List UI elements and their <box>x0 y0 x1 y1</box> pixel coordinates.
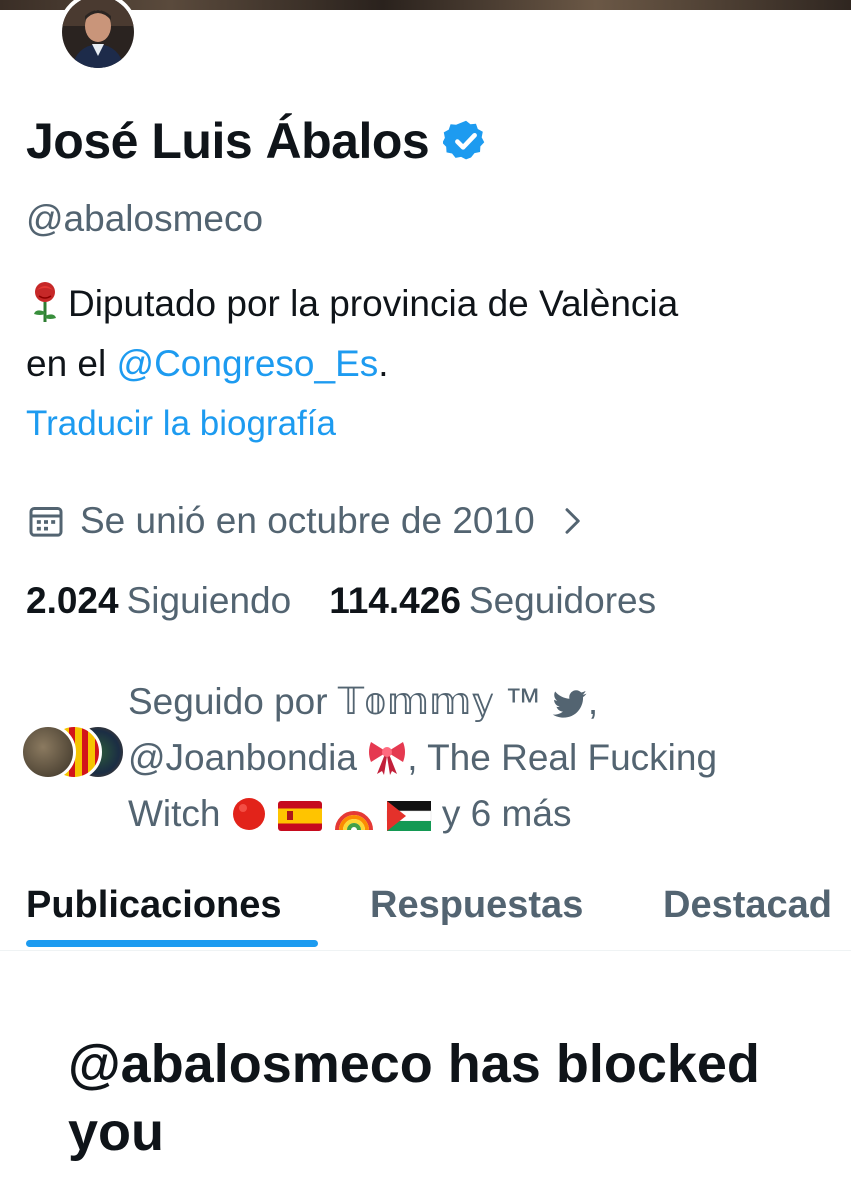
bio-mention-link[interactable]: @Congreso_Es <box>117 343 379 384</box>
profile-bio: Diputado por la provincia de València en… <box>26 274 836 394</box>
followers-stat[interactable]: 114.426 Seguidores <box>329 580 656 622</box>
joined-date-row[interactable]: Se unió en octubre de 2010 <box>26 500 587 542</box>
rainbow-emoji-icon <box>335 811 374 831</box>
profile-tabs: Publicaciones Respuestas Destacad <box>0 870 851 951</box>
calendar-icon <box>29 507 63 537</box>
following-count: 2.024 <box>26 580 119 621</box>
profile-name: José Luis Ábalos <box>26 113 430 169</box>
bio-line1: Diputado por la provincia de València <box>68 283 679 324</box>
followers-count: 114.426 <box>329 580 461 621</box>
profile-name-row: José Luis Ábalos <box>26 112 489 170</box>
followed-by-prefix: Seguido por <box>128 681 338 722</box>
followed-by-suffix: y 6 más <box>431 793 572 834</box>
red-circle-emoji-icon <box>232 798 265 830</box>
followed-by-avatars[interactable] <box>20 724 126 780</box>
bio-line2-suffix: . <box>378 343 389 384</box>
bird-emoji-icon <box>552 690 587 718</box>
following-stat[interactable]: 2.024 Siguiendo <box>26 580 291 622</box>
tab-publicaciones[interactable]: Publicaciones <box>26 884 282 927</box>
tab-respuestas[interactable]: Respuestas <box>370 884 583 927</box>
follower-avatar <box>20 724 76 780</box>
tab-destacados[interactable]: Destacad <box>663 884 832 927</box>
follow-stats: 2.024 Siguiendo 114.426 Seguidores <box>26 580 656 622</box>
profile-avatar[interactable] <box>58 0 138 72</box>
verified-badge-icon[interactable] <box>443 118 489 164</box>
following-label: Siguiendo <box>126 580 292 621</box>
followed-by-text[interactable]: Seguido por 𝕋𝕠𝕞𝕞𝕪 ™ , @Joanbondia , The … <box>128 674 818 842</box>
active-tab-indicator <box>26 940 318 947</box>
translate-bio-link[interactable]: Traducir la biografía <box>26 404 336 444</box>
spain-flag-emoji-icon <box>278 801 323 831</box>
followers-label: Seguidores <box>468 580 657 621</box>
palestine-flag-emoji-icon <box>386 801 431 831</box>
profile-handle: @abalosmeco <box>26 198 264 239</box>
followed-by-user2: @Joanbondia <box>128 737 357 778</box>
rose-emoji-icon <box>34 282 56 322</box>
followed-by-user1: 𝕋𝕠𝕞𝕞𝕪 ™ <box>337 681 542 722</box>
joined-date-text: Se unió en octubre de 2010 <box>80 500 535 541</box>
ribbon-emoji-icon <box>369 742 406 775</box>
chevron-right-icon <box>565 508 580 534</box>
blocked-message: @abalosmeco has blocked you <box>68 1034 760 1162</box>
bio-line2-prefix: en el <box>26 343 117 384</box>
